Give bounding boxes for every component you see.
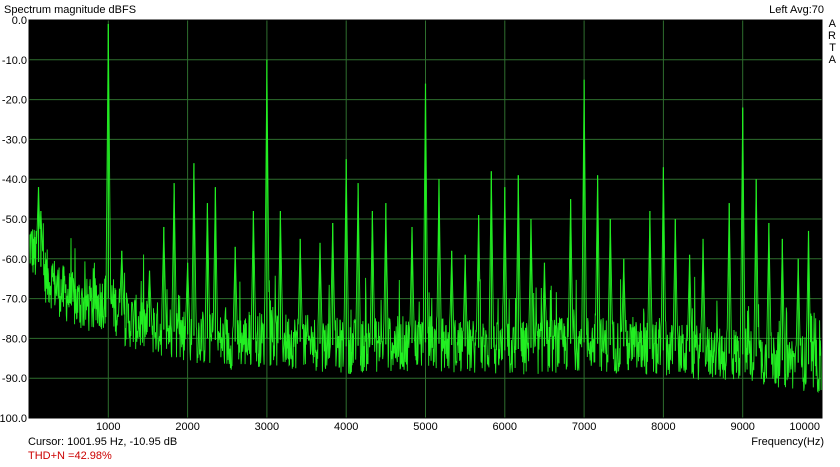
x-tick-label: 4000	[334, 421, 358, 433]
cursor-readout: Cursor: 1001.95 Hz, -10.95 dB	[28, 436, 178, 448]
y-tick-label: -80.0	[2, 333, 27, 345]
thd-readout: THD+N =42.98%	[28, 450, 112, 462]
spectrum-chart[interactable]: 1000 2000 3000 4000 5000 6000 7000 8000 9000 1000…	[0, 0, 840, 467]
x-tick-label: 6000	[493, 421, 517, 433]
y-tick-label: 0.0	[12, 15, 27, 27]
y-tick-label: -40.0	[2, 174, 27, 186]
y-tick-label: -30.0	[2, 134, 27, 146]
x-tick-label: 10000	[789, 421, 820, 433]
x-axis-label: Frequency(Hz)	[751, 436, 824, 448]
y-tick-label: -20.0	[2, 95, 27, 107]
x-tick-label: 8000	[651, 421, 675, 433]
y-tick-label: -60.0	[2, 254, 27, 266]
x-tick-label: 9000	[730, 421, 754, 433]
y-tick-label: -50.0	[2, 214, 27, 226]
y-tick-label: -90.0	[2, 373, 27, 385]
x-tick-label: 5000	[413, 421, 437, 433]
y-tick-label: -100.0	[0, 413, 27, 425]
x-tick-label: 7000	[572, 421, 596, 433]
x-tick-label: 1000	[96, 421, 120, 433]
x-tick-label: 3000	[255, 421, 279, 433]
x-tick-label: 2000	[175, 421, 199, 433]
y-tick-label: -70.0	[2, 294, 27, 306]
arta-spectrum-window: Spectrum magnitude dBFS Left Avg:70 A R …	[0, 0, 840, 467]
y-tick-label: -10.0	[2, 55, 27, 67]
